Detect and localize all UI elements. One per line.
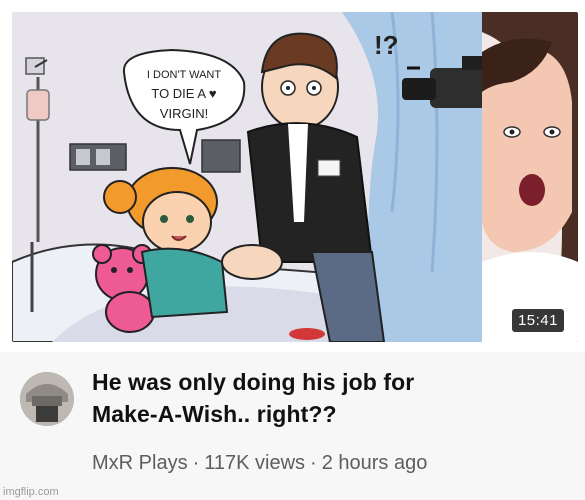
video-subline: MxR Plays · 117K views · 2 hours ago [92,452,427,475]
avatar-icon [20,372,74,426]
video-thumbnail[interactable]: I DON'T WANT TO DIE A ♥ VIRGIN! !? 15:41 [12,12,578,342]
title-line-2: Make-A-Wish.. right?? [92,401,337,427]
upload-age: 2 hours ago [321,452,428,474]
comic-illustration: I DON'T WANT TO DIE A ♥ VIRGIN! !? [12,12,578,342]
separator-2: · [310,452,317,474]
video-title[interactable]: He was only doing his job for Make-A-Wis… [92,366,562,430]
speech-line-3: VIRGIN! [160,106,208,121]
duration-badge: 15:41 [511,309,564,332]
view-count: 117K views [204,452,306,474]
speech-line-1: I DON'T WANT [147,69,221,81]
comic-exclamation: !? [374,30,399,60]
channel-avatar[interactable] [20,372,74,426]
separator-1: · [192,452,200,474]
title-line-1: He was only doing his job for [92,369,415,395]
speech-line-2: TO DIE A ♥ [151,86,217,101]
channel-name[interactable]: MxR Plays [92,452,188,475]
watermark: imgflip.com [3,486,59,498]
